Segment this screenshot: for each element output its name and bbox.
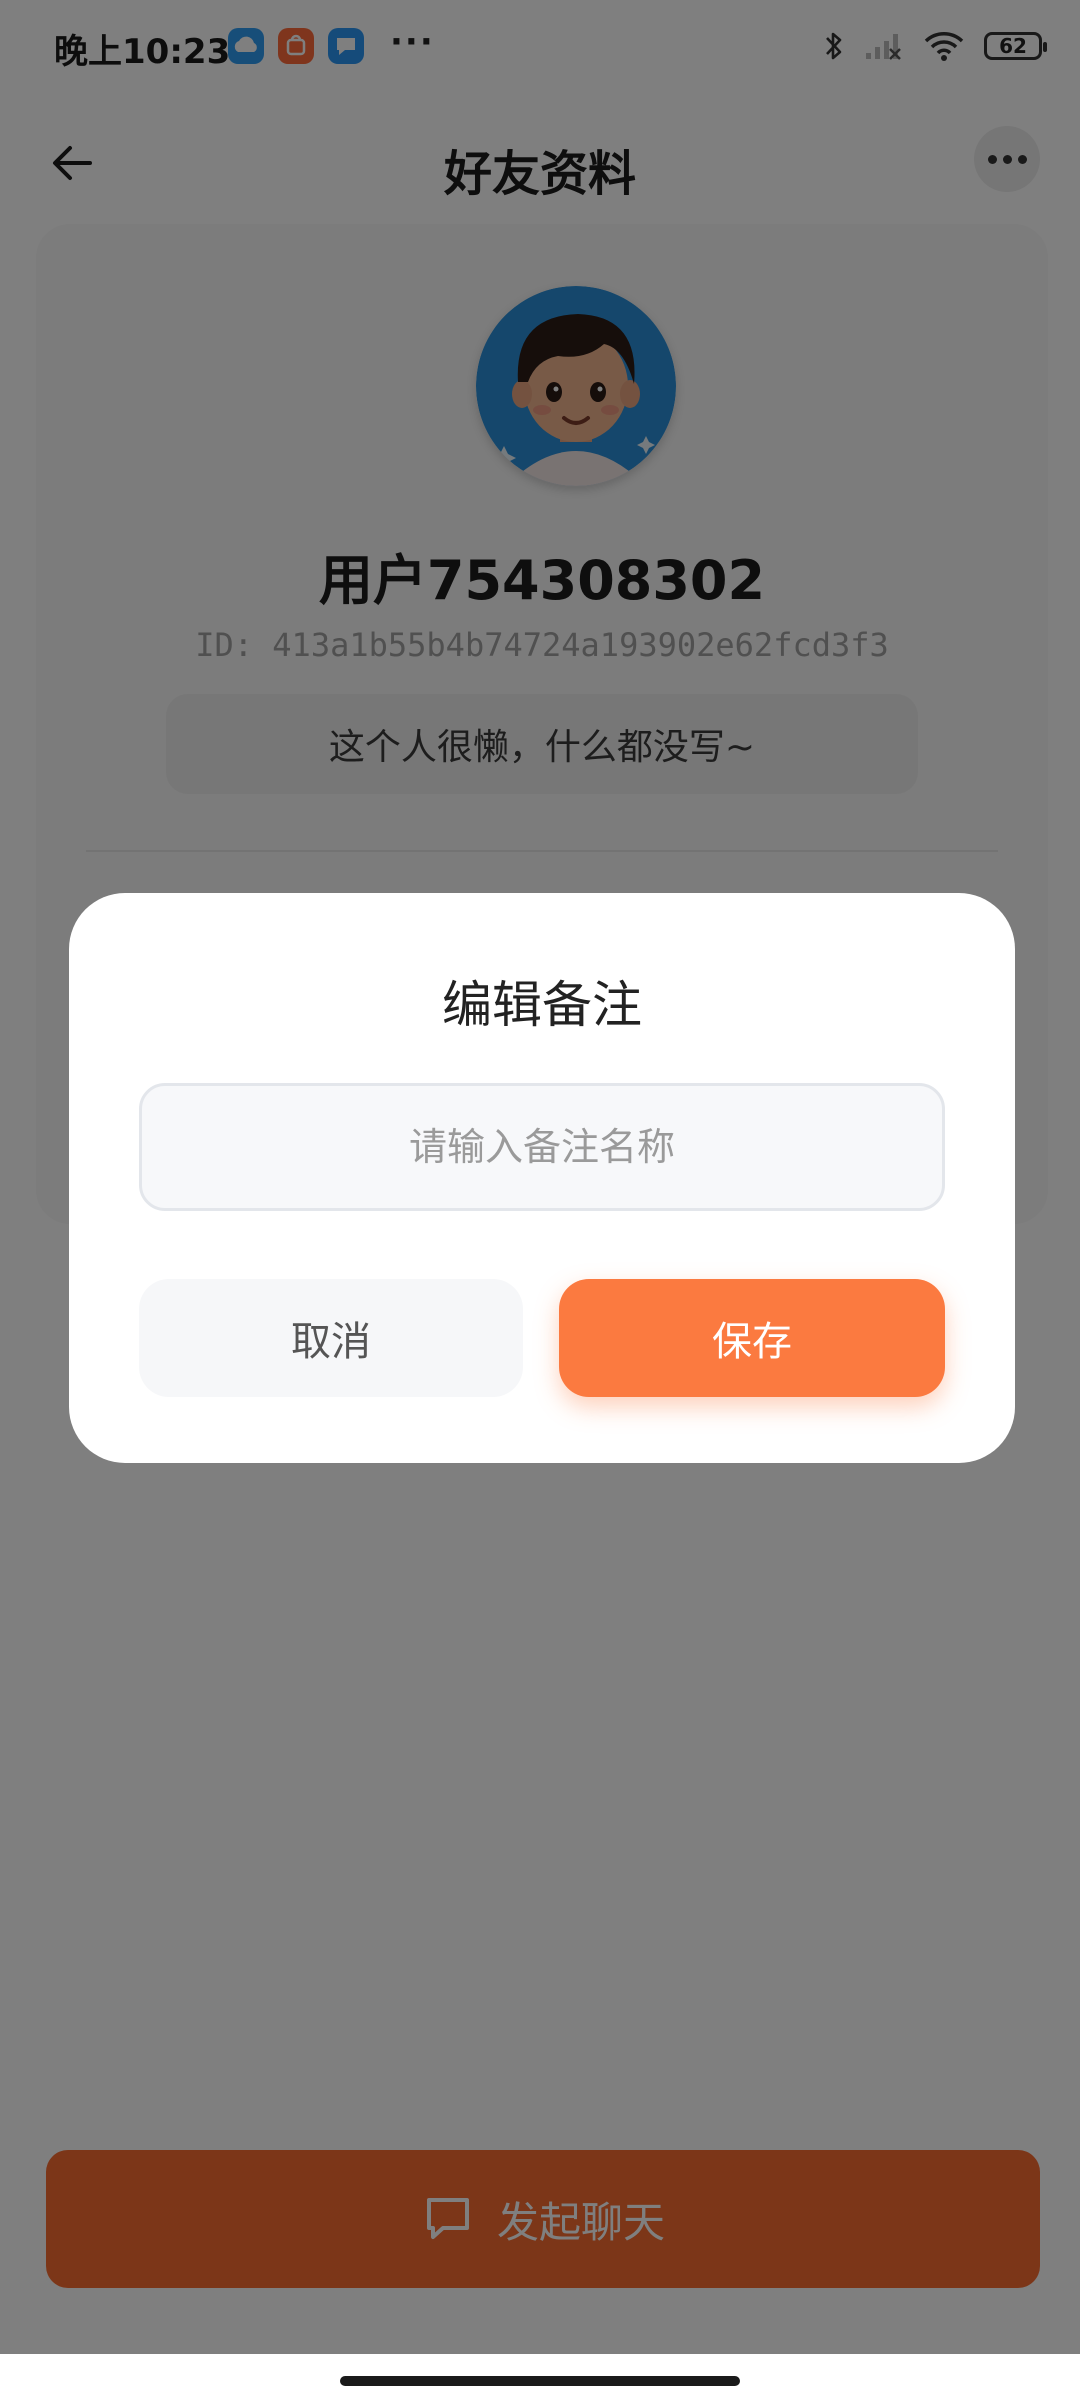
edit-remark-dialog: 编辑备注 取消 保存 (69, 893, 1015, 1463)
remark-input[interactable] (139, 1083, 945, 1211)
home-indicator[interactable] (340, 2376, 740, 2386)
cancel-button[interactable]: 取消 (139, 1279, 523, 1397)
dialog-title: 编辑备注 (442, 976, 642, 1034)
save-button[interactable]: 保存 (559, 1279, 945, 1397)
